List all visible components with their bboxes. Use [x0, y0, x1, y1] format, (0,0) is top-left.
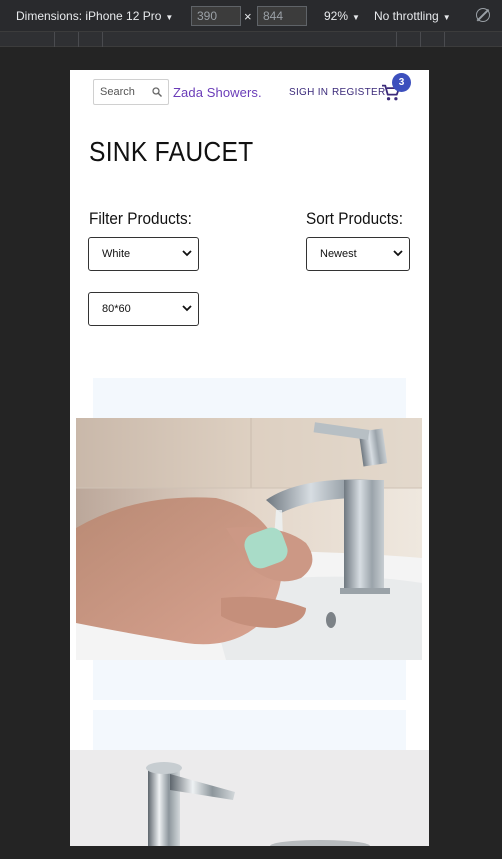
ruler-tick — [78, 32, 79, 47]
ruler-tick — [54, 32, 55, 47]
throttling-dropdown[interactable]: No throttling ▼ — [374, 9, 451, 23]
ruler-tick — [396, 32, 397, 47]
color-filter-value: White — [102, 248, 131, 260]
search-box[interactable] — [93, 79, 169, 105]
ruler-tick — [102, 32, 103, 47]
chevron-down-icon — [393, 250, 403, 257]
search-icon[interactable] — [151, 86, 163, 98]
sort-value: Newest — [320, 248, 357, 260]
filter-products-label: Filter Products: — [89, 209, 192, 228]
sign-in-link[interactable]: SIGH IN — [289, 87, 328, 98]
cart-count-badge: 3 — [392, 73, 411, 92]
ruler-tick — [420, 32, 421, 47]
device-width-input[interactable] — [191, 6, 241, 26]
product-image-faucet-handwash[interactable] — [76, 418, 422, 660]
search-input[interactable] — [100, 86, 148, 98]
caret-down-icon: ▼ — [352, 13, 360, 22]
caret-down-icon: ▼ — [165, 13, 174, 22]
color-filter-select[interactable]: White — [88, 237, 199, 271]
device-height-input[interactable] — [257, 6, 307, 26]
sort-select[interactable]: Newest — [306, 237, 410, 271]
register-link[interactable]: REGISTER — [332, 87, 386, 98]
size-filter-select[interactable]: 80*60 — [88, 292, 199, 326]
device-dimensions-label: Dimensions: iPhone 12 Pro — [16, 9, 162, 23]
dimension-separator: × — [244, 9, 252, 24]
zoom-label: 92% — [324, 9, 349, 23]
site-header: Zada Showers. SIGH IN REGISTER 3 — [70, 70, 429, 115]
size-filter-value: 80*60 — [102, 303, 131, 315]
product-image-single-handle-faucet[interactable] — [70, 750, 429, 846]
media-query-bar — [0, 32, 502, 47]
devtools-toolbar: Dimensions: iPhone 12 Pro▼ × 92%▼ No thr… — [0, 0, 502, 32]
page-title: SINK FAUCET — [89, 136, 254, 167]
product-card[interactable] — [93, 710, 406, 750]
caret-down-icon: ▼ — [442, 13, 451, 22]
device-dimensions-dropdown[interactable]: Dimensions: iPhone 12 Pro ▼ — [16, 9, 173, 23]
ruler-tick — [444, 32, 445, 47]
chevron-down-icon — [182, 250, 192, 257]
throttling-label: No throttling — [374, 9, 439, 23]
brand-logo[interactable]: Zada Showers. — [173, 85, 262, 100]
zoom-dropdown[interactable]: 92% ▼ — [324, 9, 360, 23]
device-viewport: Zada Showers. SIGH IN REGISTER 3 SINK FA… — [70, 70, 429, 846]
sort-products-label: Sort Products: — [306, 209, 403, 228]
rotate-icon[interactable] — [476, 8, 490, 22]
chevron-down-icon — [182, 305, 192, 312]
